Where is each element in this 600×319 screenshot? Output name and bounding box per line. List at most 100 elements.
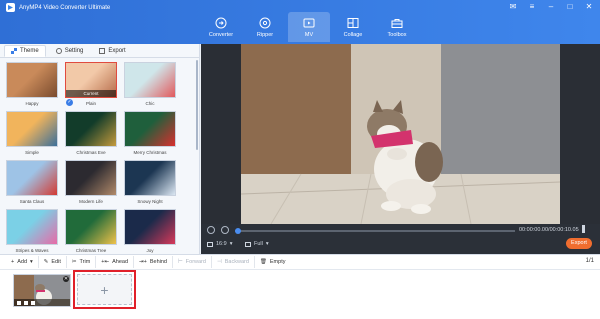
aspect-ratio-icon [207,241,213,247]
ahead-icon: +⇤ [101,259,110,265]
theme-item[interactable]: Happy [6,62,58,109]
theme-label: Christmas Eve [76,150,106,155]
cut-icon[interactable] [31,300,35,305]
clip-toolbar: + Add ▾ ✎ Edit ✂ Trim +⇤ Ahead ⇥+ Behind… [0,254,600,270]
maximize-button[interactable]: □ [565,2,575,12]
theme-grid: Happy Current ✓ Plain Chic Simple Christmas Ev… [6,62,194,256]
nav-toolbox[interactable]: Toolbox [376,12,418,42]
theme-thumbnail[interactable] [6,62,58,98]
ahead-button[interactable]: +⇤ Ahead [96,256,135,268]
theme-item[interactable]: Snowy Night [124,160,176,207]
zoom-select[interactable]: Full ▾ [245,241,269,247]
converter-icon [215,17,227,29]
theme-label: Chic [145,101,155,106]
theme-thumbnail[interactable] [6,160,58,196]
theme-item[interactable]: Modern Life [65,160,117,207]
tab-label: Setting [64,47,84,54]
empty-button[interactable]: 🗑 Empty [255,256,291,268]
panel-tabs: Theme Setting Export [0,44,199,58]
edit-button[interactable]: ✎ Edit [39,256,67,268]
theme-label: Happy [25,101,39,106]
trim-button[interactable]: ✂ Trim [67,256,97,268]
feedback-icon[interactable]: ✉ [508,2,518,12]
app-title-area: AnyMP4 Video Converter Ultimate [6,3,110,12]
theme-label: Santa Claus [19,199,45,204]
aspect-ratio-value: 16:9 [216,241,227,247]
aspect-ratio-select[interactable]: 16:9 ▾ [207,241,232,247]
grid-icon [11,47,17,54]
theme-thumbnail[interactable] [65,209,117,245]
theme-item[interactable]: Stripes & Waves [6,209,58,256]
theme-thumbnail[interactable] [124,209,176,245]
nav-ripper[interactable]: Ripper [244,12,286,42]
app-logo-icon [6,3,15,12]
audio-icon[interactable] [24,300,28,305]
theme-item[interactable]: Current ✓ Plain [65,62,117,109]
theme-item[interactable]: Joy [124,209,176,256]
mv-icon [303,17,315,29]
nav-mv[interactable]: MV [288,12,330,42]
play-icon[interactable] [17,300,21,305]
theme-item[interactable]: Chic [124,62,176,109]
theme-thumbnail[interactable] [124,160,176,196]
minimize-button[interactable]: – [546,2,556,12]
plus-icon: + [11,259,15,265]
theme-thumbnail[interactable] [124,62,176,98]
edit-icon: ✎ [43,259,49,265]
theme-thumbnail[interactable] [124,111,176,147]
toolbar-label: Empty [269,259,286,265]
checkmark-icon: ✓ [66,99,73,106]
behind-button[interactable]: ⇥+ Behind [134,256,173,268]
chevron-down-icon: ▾ [30,259,33,265]
tab-theme[interactable]: Theme [4,44,46,57]
seek-bar[interactable] [235,230,515,232]
plus-icon: + [100,281,109,298]
menu-icon[interactable]: ≡ [527,2,537,12]
tab-setting[interactable]: Setting [50,45,90,57]
theme-item[interactable]: Merry Christmas [124,111,176,158]
add-button[interactable]: + Add ▾ [6,256,39,268]
nav-converter[interactable]: Converter [200,12,242,42]
theme-item[interactable]: Christmas Tree [65,209,117,256]
play-button[interactable] [207,226,215,234]
export-button[interactable]: Export [566,238,592,249]
cat-video-image [241,44,560,224]
add-clip-slot[interactable]: + [73,270,136,309]
time-display: 00:00:00.00/00:00:10.05 [519,227,579,233]
clip-actions [14,299,70,306]
theme-thumbnail[interactable] [6,111,58,147]
trash-icon: 🗑 [259,259,267,265]
nav-collage[interactable]: Collage [332,12,374,42]
preview-area [201,44,600,224]
scrollbar[interactable] [196,60,198,150]
theme-thumbnail[interactable] [65,111,117,147]
tab-export[interactable]: Export [93,45,131,57]
forward-icon: ⊢ [177,259,183,265]
player-controls: 00:00:00.00/00:00:10.05 16:9 ▾ Full ▾ Ex… [201,224,600,254]
theme-thumbnail[interactable]: Current [65,62,117,98]
stop-button[interactable] [221,226,229,234]
toolbar-label: Ahead [112,259,129,265]
close-button[interactable]: ✕ [584,2,594,12]
toolbar-label: Behind [149,259,167,265]
timeline-clip[interactable]: ✕ [13,274,71,307]
nav-label: Ripper [256,31,274,38]
window-controls: ✉ ≡ – □ ✕ [508,2,594,12]
theme-thumbnail[interactable] [65,160,117,196]
backward-button[interactable]: ⊣ Backward [212,256,255,268]
gear-icon [55,47,62,54]
theme-item[interactable]: Santa Claus [6,160,58,207]
theme-thumbnail[interactable] [6,209,58,245]
clip-remove-button[interactable]: ✕ [63,276,69,282]
seek-handle[interactable] [235,228,241,234]
zoom-icon [245,241,251,247]
collage-icon [347,17,359,29]
theme-item[interactable]: Christmas Eve [65,111,117,158]
behind-icon: ⇥+ [139,259,147,265]
theme-label: Christmas Tree [75,248,107,253]
forward-button[interactable]: ⊢ Forward [173,256,212,268]
tab-label: Export [108,47,126,54]
theme-item[interactable]: Simple [6,111,58,158]
add-clip-dropzone[interactable]: + [77,274,132,305]
volume-icon[interactable] [582,225,590,233]
